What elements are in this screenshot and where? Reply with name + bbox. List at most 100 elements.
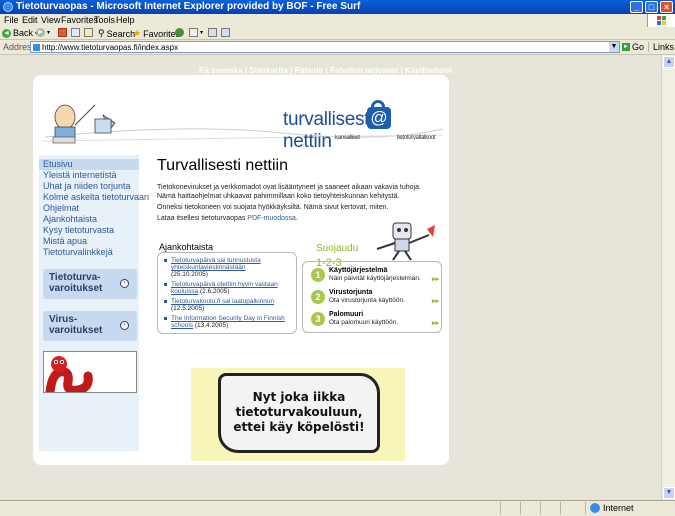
address-field[interactable]: ▼ [30,41,620,53]
scroll-down-icon[interactable]: ▼ [663,487,675,499]
news-item: Tietoturvakoulu.fi sai laatupalkinnon (1… [164,298,292,312]
top-link-terms[interactable]: Käyttöehdot [405,66,452,75]
step-number-badge: 2 [311,290,325,304]
worm-mascot-image[interactable] [43,351,137,393]
step-title: Käyttöjärjestelmä [329,267,388,274]
page-title: Turvallisesti nettiin [157,157,289,174]
step-number-badge: 3 [311,312,325,326]
minimize-button[interactable]: _ [630,1,643,13]
back-arrow-icon: ◄ [2,28,11,38]
menu-edit[interactable]: Edit [22,15,38,25]
news-item: The Information Security Day in Finnish … [164,315,292,329]
search-button[interactable]: ⚲ Search [98,28,135,39]
menu-tools[interactable]: Tools [94,15,115,25]
nav-item-links[interactable]: Tietoturvalinkkejä [39,247,139,258]
windows-logo-icon [647,14,675,27]
sidebar-nav: Etusivu Yleistä internetistä Uhat ja nii… [39,155,149,451]
chevron-right-icon[interactable]: › [120,279,129,288]
forward-button[interactable]: ► ▾ [36,28,50,37]
menu-file[interactable]: File [4,15,19,25]
forward-arrow-icon: ► [36,28,45,37]
news-item: Tietoturvapäivä sai tunnustusta yhteisku… [164,257,292,278]
banner-line-3: ettei käy köpelösti! [233,420,365,434]
brand-sub-1: kansalliset [335,135,360,141]
page-viewport: På svenska | Sivukartta | Palaute | Palv… [0,55,661,500]
brand-word-1: turvallisesti [283,109,374,130]
stop-icon [58,28,67,37]
refresh-icon [71,28,80,37]
top-link-feedback[interactable]: Palaute [295,66,323,75]
security-warnings-line2: varoitukset [49,283,103,294]
intro-paragraph-2: Onneksi tietokoneen voi suojata hyökkäyk… [157,204,389,211]
scroll-up-icon[interactable]: ▲ [663,56,675,68]
robot-illustration [376,222,435,261]
protect-step-3[interactable]: 3 Palomuuri Ota palomuuri käyttöön. ▸▸ [311,311,439,331]
nav-item-internet-general[interactable]: Yleistä internetistä [39,170,139,181]
pdf-link[interactable]: PDF-muodossa [247,215,296,222]
virus-warnings-box[interactable]: Virus- varoitukset › [43,311,137,341]
page-card: turvallisesti nettiin kansalliset tietot… [33,75,449,465]
brand-sub-2: tietoturvaltalkoot [397,135,436,141]
vertical-scrollbar[interactable]: ▲ ▼ [661,55,675,500]
top-link-sitemap[interactable]: Sivukartta [249,66,288,75]
links-toolbar[interactable]: Links [648,42,674,52]
step-description: Ota palomuuri käyttöön. [329,319,399,326]
menu-help[interactable]: Help [116,15,135,25]
refresh-button[interactable] [71,28,80,37]
close-button[interactable]: × [660,1,673,13]
news-link[interactable]: Tietoturvapäivä sai tunnustusta yhteisku… [171,257,261,271]
protect-step-1[interactable]: 1 Käyttöjärjestelmä Näin päivität käyttö… [311,267,439,287]
mail-button[interactable]: ▾ [189,28,203,37]
address-dropdown-icon[interactable]: ▼ [609,42,619,52]
menu-view[interactable]: View [41,15,60,25]
history-button[interactable] [175,28,184,37]
protect-step-2[interactable]: 2 Virustorjunta Ota virustorjunta käyttö… [311,289,439,309]
school-campaign-banner[interactable]: Nyt joka iikka tietoturvakouluun, ettei … [191,368,405,461]
news-date: (25.10.2005) [171,271,208,278]
nav-item-three-steps[interactable]: Kolme askelta tietoturvaan [39,192,149,203]
step-description: Näin päivität käyttöjärjestelmän. [329,275,421,282]
favorites-button[interactable]: ★ Favorites [133,28,180,39]
step-description: Ota virustorjunta käyttöön. [329,297,405,304]
standard-toolbar: ◄ Back▾ ►▾ ⚲ Search ★ Favorites ▾ [0,27,675,40]
edit-icon [221,28,230,37]
site-logo[interactable]: turvallisesti nettiin kansalliset tietot… [283,109,449,153]
top-link-swedish[interactable]: På svenska [199,66,243,75]
window-title: Tietoturvaopas - Microsoft Internet Expl… [16,1,361,12]
favorites-star-icon: ★ [133,28,142,38]
address-input[interactable] [42,42,602,52]
mail-icon [189,28,198,37]
step-title: Palomuuri [329,311,364,318]
edit-button[interactable] [221,28,230,37]
go-button[interactable]: ► Go [622,42,644,52]
security-warnings-line1: Tietoturva- [49,272,101,283]
brand-word-2: nettiin [283,131,332,152]
menu-bar: File Edit View Favorites Tools Help [0,14,675,28]
home-button[interactable] [84,28,93,37]
nav-item-help[interactable]: Mistä apua [39,236,139,247]
chevron-right-icon[interactable]: › [120,321,129,330]
stop-button[interactable] [58,28,67,37]
news-box: Tietoturvapäivä sai tunnustusta yhteisku… [157,252,297,334]
news-link[interactable]: Tietoturvakoulu.fi sai laatupalkinnon [171,298,274,305]
go-arrow-icon: ► [622,43,630,51]
news-heading: Ajankohtaista [159,242,214,252]
news-date: (12.5.2005) [171,305,205,312]
nav-item-home[interactable]: Etusivu [39,159,139,170]
nav-item-news[interactable]: Ajankohtaista [39,214,139,225]
maximize-button[interactable]: □ [645,1,658,13]
banner-line-1: Nyt joka iikka [252,390,346,404]
menu-favorites[interactable]: Favorites [61,15,98,25]
nav-item-programs[interactable]: Ohjelmat [39,203,139,214]
news-date: (2.6.2005) [199,288,230,295]
nav-item-ask[interactable]: Kysy tietoturvasta [39,225,139,236]
security-warnings-box[interactable]: Tietoturva- varoitukset › [43,269,137,299]
print-button[interactable] [208,28,217,37]
nav-item-threats[interactable]: Uhat ja niiden torjunta [39,181,139,192]
news-item: Tietoturvapäivä otettiin hyvin vastaan k… [164,281,292,295]
window-title-bar[interactable]: Tietoturvaopas - Microsoft Internet Expl… [0,0,675,14]
back-button[interactable]: ◄ Back▾ [2,28,38,38]
top-link-providers[interactable]: Palvelun tarjoavat [330,66,398,75]
news-date: (13.4.2005) [194,322,229,329]
virus-warnings-line2: varoitukset [49,325,103,336]
